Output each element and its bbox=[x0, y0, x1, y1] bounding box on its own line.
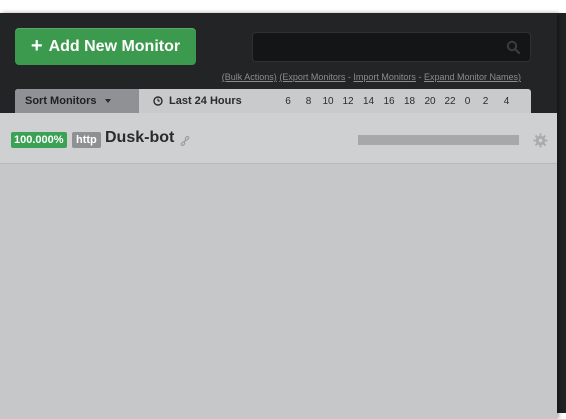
clock-icon bbox=[153, 96, 163, 106]
search-input[interactable] bbox=[253, 33, 509, 61]
dashboard-panel: + Add New Monitor (Bulk Actions) (Export… bbox=[0, 13, 557, 419]
monitor-row[interactable]: 100.000% http Dusk-bot bbox=[0, 113, 557, 164]
uptime-history-bar bbox=[358, 135, 519, 145]
link-separator: - bbox=[347, 72, 351, 82]
external-link-icon[interactable] bbox=[180, 136, 190, 146]
hour-label: 0 bbox=[464, 95, 471, 107]
sort-monitors-dropdown[interactable]: Sort Monitors bbox=[15, 89, 139, 113]
bulk-actions-link[interactable]: (Bulk Actions) bbox=[222, 72, 277, 82]
hour-label: 10 bbox=[322, 95, 334, 107]
monitor-type-badge: http bbox=[72, 132, 101, 148]
import-monitors-link[interactable]: Import Monitors bbox=[353, 72, 416, 82]
sort-monitors-label: Sort Monitors bbox=[25, 95, 97, 107]
hour-label: 12 bbox=[342, 95, 354, 107]
hour-axis: 6 8 10 12 14 16 18 20 22 0 2 4 bbox=[277, 89, 517, 113]
search-box bbox=[252, 32, 531, 62]
monitor-list: 100.000% http Dusk-bot bbox=[0, 113, 557, 419]
search-icon[interactable] bbox=[506, 40, 520, 54]
plus-icon: + bbox=[30, 34, 43, 57]
hour-label: 6 bbox=[285, 95, 291, 107]
add-new-monitor-button[interactable]: + Add New Monitor bbox=[15, 28, 196, 65]
link-separator: - bbox=[418, 72, 422, 82]
time-range-label: Last 24 Hours bbox=[169, 95, 242, 107]
gear-icon[interactable] bbox=[533, 133, 548, 148]
expand-monitor-names-link[interactable]: Expand Monitor Names) bbox=[424, 72, 521, 82]
hour-label: 2 bbox=[482, 95, 489, 107]
export-monitors-link[interactable]: (Export Monitors bbox=[279, 72, 345, 82]
hour-label: 14 bbox=[362, 95, 375, 107]
uptime-badge: 100.000% bbox=[11, 132, 67, 148]
monitor-list-header: Sort Monitors Last 24 Hours 6 8 10 12 14… bbox=[15, 89, 531, 113]
hour-label: 18 bbox=[403, 95, 416, 107]
add-new-monitor-label: Add New Monitor bbox=[48, 37, 181, 55]
hour-label: 22 bbox=[444, 95, 456, 107]
hour-label: 4 bbox=[503, 95, 510, 107]
hour-label: 16 bbox=[383, 95, 395, 107]
monitor-actions-links: (Bulk Actions) (Export Monitors - Import… bbox=[222, 72, 521, 82]
time-range: Last 24 Hours bbox=[153, 89, 242, 113]
caret-down-icon bbox=[104, 99, 111, 103]
hour-label: 8 bbox=[305, 95, 312, 107]
monitor-name[interactable]: Dusk-bot bbox=[105, 129, 174, 147]
hour-label: 20 bbox=[424, 95, 436, 107]
